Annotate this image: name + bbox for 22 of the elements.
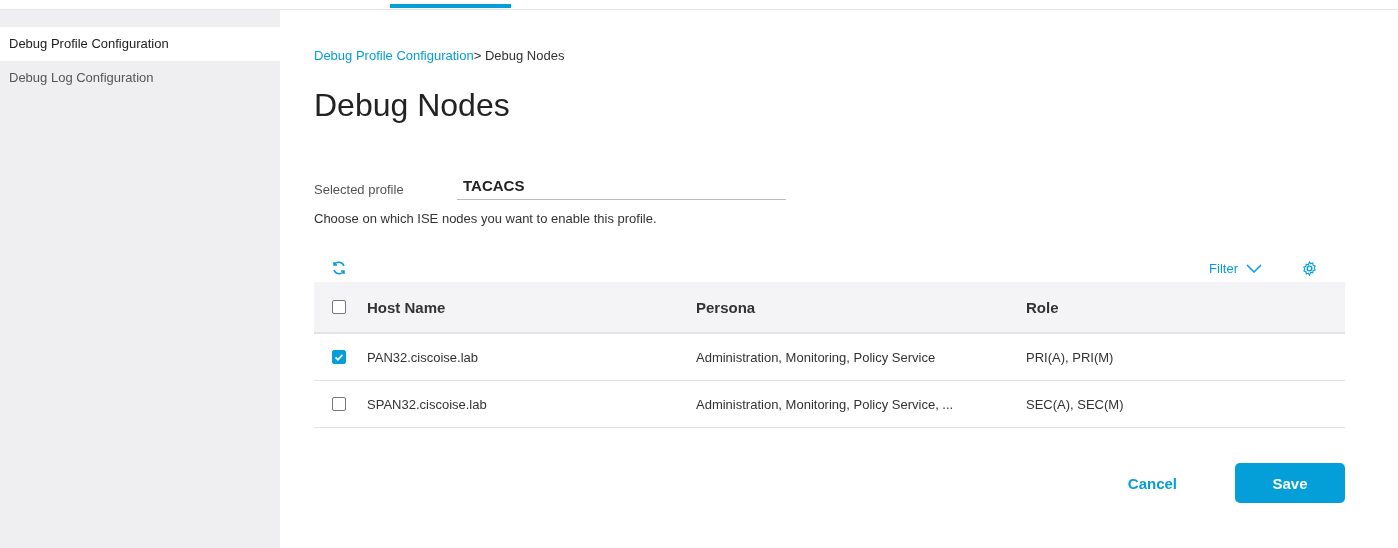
sidebar-item[interactable]: Debug Profile Configuration <box>0 27 280 61</box>
chevron-down-icon <box>1246 263 1262 273</box>
profile-field[interactable]: TACACS <box>457 177 786 200</box>
sidebar-item[interactable]: Debug Log Configuration <box>0 61 280 95</box>
table-cell: SEC(A), SEC(M) <box>1026 396 1124 412</box>
checkbox[interactable] <box>332 350 346 364</box>
field-label: Selected profile <box>314 182 405 199</box>
checkbox[interactable] <box>332 300 346 314</box>
table-cell: PAN32.ciscoise.lab <box>367 349 479 365</box>
settings-icon[interactable] <box>1302 260 1317 276</box>
table-cell: PRI(A), PRI(M) <box>1026 349 1114 365</box>
help-text: Choose on which ISE nodes you want to enable this profile. <box>314 211 658 226</box>
page-title: Debug Nodes <box>314 87 511 125</box>
checkbox[interactable] <box>332 397 346 411</box>
column-header[interactable]: Persona <box>696 298 756 316</box>
table-cell: SPAN32.ciscoise.lab <box>367 396 487 412</box>
refresh-icon[interactable] <box>331 260 347 276</box>
column-header[interactable]: Role <box>1026 298 1059 316</box>
table-cell: Administration, Monitoring, Policy Service <box>696 349 936 365</box>
table-cell: Administration, Monitoring, Policy Service, ... <box>696 396 954 412</box>
column-header[interactable]: Host Name <box>367 298 446 316</box>
breadcrumb: Debug Profile Configuration> Debug Nodes <box>314 48 565 63</box>
